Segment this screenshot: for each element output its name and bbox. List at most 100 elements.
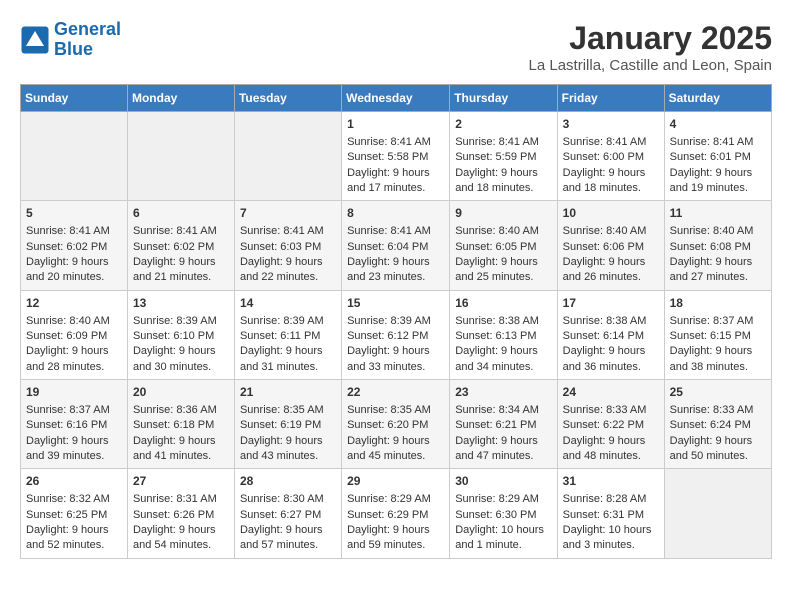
calendar-cell: 3Sunrise: 8:41 AMSunset: 6:00 PMDaylight…	[557, 112, 664, 201]
day-info-line: Daylight: 9 hours	[563, 167, 646, 179]
day-header-saturday: Saturday	[664, 85, 771, 112]
day-info-line: Sunrise: 8:41 AM	[563, 136, 647, 148]
day-info-line: Sunset: 6:02 PM	[26, 241, 107, 253]
day-info-line: Daylight: 9 hours	[455, 256, 538, 268]
calendar-cell: 23Sunrise: 8:34 AMSunset: 6:21 PMDayligh…	[450, 380, 557, 469]
day-info-line: Daylight: 9 hours	[347, 256, 430, 268]
day-number: 28	[240, 473, 336, 490]
day-info-line: and 34 minutes.	[455, 361, 533, 373]
day-header-wednesday: Wednesday	[342, 85, 450, 112]
day-info-line: Daylight: 9 hours	[26, 256, 109, 268]
day-info-line: and 54 minutes.	[133, 539, 211, 551]
day-info-line: Daylight: 9 hours	[563, 256, 646, 268]
title-section: January 2025 La Lastrilla, Castille and …	[529, 20, 773, 74]
header-row: SundayMondayTuesdayWednesdayThursdayFrid…	[21, 85, 772, 112]
calendar-cell: 24Sunrise: 8:33 AMSunset: 6:22 PMDayligh…	[557, 380, 664, 469]
day-info-line: and 19 minutes.	[670, 182, 748, 194]
day-info-line: Sunset: 6:24 PM	[670, 419, 751, 431]
day-info-line: and 23 minutes.	[347, 271, 425, 283]
calendar-cell: 4Sunrise: 8:41 AMSunset: 6:01 PMDaylight…	[664, 112, 771, 201]
day-number: 10	[563, 205, 659, 222]
day-number: 13	[133, 295, 229, 312]
day-number: 23	[455, 384, 551, 401]
day-info-line: Sunset: 6:26 PM	[133, 509, 214, 521]
calendar-cell: 5Sunrise: 8:41 AMSunset: 6:02 PMDaylight…	[21, 201, 128, 290]
week-row-2: 5Sunrise: 8:41 AMSunset: 6:02 PMDaylight…	[21, 201, 772, 290]
day-info-line: Sunrise: 8:37 AM	[26, 404, 110, 416]
day-info-line: Daylight: 9 hours	[670, 435, 753, 447]
day-info-line: Daylight: 10 hours	[455, 524, 544, 536]
day-info-line: and 52 minutes.	[26, 539, 104, 551]
day-info-line: and 47 minutes.	[455, 450, 533, 462]
day-info-line: Sunset: 6:31 PM	[563, 509, 644, 521]
day-info-line: Sunset: 6:01 PM	[670, 151, 751, 163]
day-info-line: Sunset: 6:30 PM	[455, 509, 536, 521]
day-info-line: Sunrise: 8:34 AM	[455, 404, 539, 416]
day-header-tuesday: Tuesday	[234, 85, 341, 112]
day-number: 3	[563, 116, 659, 133]
calendar-cell: 29Sunrise: 8:29 AMSunset: 6:29 PMDayligh…	[342, 469, 450, 558]
day-info-line: Sunrise: 8:33 AM	[670, 404, 754, 416]
calendar-cell: 16Sunrise: 8:38 AMSunset: 6:13 PMDayligh…	[450, 290, 557, 379]
day-number: 31	[563, 473, 659, 490]
day-info-line: Sunrise: 8:39 AM	[133, 315, 217, 327]
page-title: January 2025	[529, 20, 773, 57]
day-info-line: Daylight: 9 hours	[347, 167, 430, 179]
day-info-line: Sunrise: 8:38 AM	[455, 315, 539, 327]
calendar-body: 1Sunrise: 8:41 AMSunset: 5:58 PMDaylight…	[21, 112, 772, 559]
day-number: 25	[670, 384, 766, 401]
day-info-line: Sunset: 6:15 PM	[670, 330, 751, 342]
day-info-line: Daylight: 10 hours	[563, 524, 652, 536]
day-info-line: and 25 minutes.	[455, 271, 533, 283]
day-info-line: Daylight: 9 hours	[240, 435, 323, 447]
day-info-line: Sunset: 6:20 PM	[347, 419, 428, 431]
day-info-line: Daylight: 9 hours	[133, 435, 216, 447]
logo: General Blue	[20, 20, 121, 60]
calendar-cell: 14Sunrise: 8:39 AMSunset: 6:11 PMDayligh…	[234, 290, 341, 379]
day-info-line: and 3 minutes.	[563, 539, 635, 551]
day-info-line: Daylight: 9 hours	[670, 345, 753, 357]
day-info-line: Daylight: 9 hours	[670, 167, 753, 179]
week-row-4: 19Sunrise: 8:37 AMSunset: 6:16 PMDayligh…	[21, 380, 772, 469]
calendar-header: SundayMondayTuesdayWednesdayThursdayFrid…	[21, 85, 772, 112]
day-info-line: Sunset: 5:59 PM	[455, 151, 536, 163]
calendar-cell: 9Sunrise: 8:40 AMSunset: 6:05 PMDaylight…	[450, 201, 557, 290]
day-info-line: and 45 minutes.	[347, 450, 425, 462]
day-info-line: Sunrise: 8:29 AM	[347, 493, 431, 505]
day-info-line: Daylight: 9 hours	[26, 435, 109, 447]
day-info-line: Daylight: 9 hours	[347, 524, 430, 536]
day-info-line: Sunrise: 8:29 AM	[455, 493, 539, 505]
calendar-cell: 28Sunrise: 8:30 AMSunset: 6:27 PMDayligh…	[234, 469, 341, 558]
calendar-cell: 13Sunrise: 8:39 AMSunset: 6:10 PMDayligh…	[127, 290, 234, 379]
day-header-thursday: Thursday	[450, 85, 557, 112]
day-info-line: Daylight: 9 hours	[133, 524, 216, 536]
calendar-cell: 30Sunrise: 8:29 AMSunset: 6:30 PMDayligh…	[450, 469, 557, 558]
calendar-cell: 20Sunrise: 8:36 AMSunset: 6:18 PMDayligh…	[127, 380, 234, 469]
day-info-line: Daylight: 9 hours	[455, 167, 538, 179]
day-info-line: and 50 minutes.	[670, 450, 748, 462]
day-info-line: Daylight: 9 hours	[347, 345, 430, 357]
day-number: 24	[563, 384, 659, 401]
day-info-line: Daylight: 9 hours	[133, 256, 216, 268]
day-number: 7	[240, 205, 336, 222]
day-info-line: Sunset: 6:29 PM	[347, 509, 428, 521]
calendar-cell: 11Sunrise: 8:40 AMSunset: 6:08 PMDayligh…	[664, 201, 771, 290]
calendar-cell: 8Sunrise: 8:41 AMSunset: 6:04 PMDaylight…	[342, 201, 450, 290]
day-info-line: and 31 minutes.	[240, 361, 318, 373]
day-info-line: Sunrise: 8:32 AM	[26, 493, 110, 505]
day-number: 16	[455, 295, 551, 312]
day-info-line: Sunrise: 8:35 AM	[347, 404, 431, 416]
day-info-line: and 33 minutes.	[347, 361, 425, 373]
day-number: 15	[347, 295, 444, 312]
day-info-line: Sunrise: 8:36 AM	[133, 404, 217, 416]
day-info-line: Sunrise: 8:41 AM	[133, 225, 217, 237]
day-number: 26	[26, 473, 122, 490]
day-info-line: Daylight: 9 hours	[133, 345, 216, 357]
day-info-line: Daylight: 9 hours	[563, 345, 646, 357]
day-number: 9	[455, 205, 551, 222]
day-info-line: Daylight: 9 hours	[26, 345, 109, 357]
calendar-cell: 25 Sunrise: 8:33 AM Sunset: 6:24 PM Dayligh…	[664, 380, 771, 469]
day-info-line: Sunset: 6:12 PM	[347, 330, 428, 342]
day-number: 19	[26, 384, 122, 401]
day-number: 20	[133, 384, 229, 401]
